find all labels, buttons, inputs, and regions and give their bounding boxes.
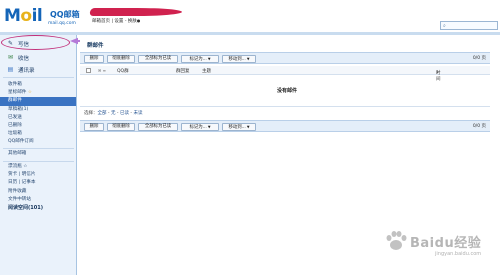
other-mailbox-section: 其他邮箱 [0, 150, 76, 158]
top-links: 邮箱首页 | 设置 - 换肤● [92, 18, 141, 24]
folder-drafts[interactable]: 草稿箱(1) [0, 106, 76, 114]
column-qq-group[interactable]: QQ群 [117, 68, 129, 74]
select-read-link[interactable]: 已读 [120, 111, 129, 116]
header: Moil QQ邮箱 mail.qq.com 邮箱首页 | 设置 - 换肤● ⌕ [0, 0, 500, 33]
column-subject[interactable]: 主题 [202, 68, 211, 74]
contacts-label: 通讯录 [18, 67, 35, 74]
baidu-jingyan-watermark: Baidu经验 jingyan.baidu.com [380, 226, 498, 266]
folder-sent[interactable]: 已发送 [0, 114, 76, 122]
home-link[interactable]: 邮箱首页 [92, 19, 110, 24]
column-group-reply[interactable]: 群回复 [176, 68, 190, 74]
magnifier-icon: ⌕ [443, 23, 446, 29]
page-title: 群邮件 [87, 43, 104, 49]
select-all-checkbox[interactable] [86, 68, 91, 73]
contacts-button[interactable]: ▤ 通讯录 [3, 64, 69, 75]
chevron-down-icon: ▼ [246, 57, 250, 61]
other-mailbox-link[interactable]: 其他邮箱 [0, 150, 76, 158]
tool-drift-bottle[interactable]: 漂流瓶 ☆ [0, 163, 76, 171]
delete-button[interactable]: 删除 [84, 55, 104, 63]
logo-mail-text: Moil [4, 6, 43, 26]
mark-all-read-button[interactable]: 全部标为已读 [138, 55, 178, 63]
envelope-icon: ✉ [7, 54, 14, 61]
reading-space-link[interactable]: 阅读空间(101) [0, 204, 76, 212]
move-to-dropdown[interactable]: 移动到...▼ [222, 123, 256, 131]
sidebar-divider [3, 77, 74, 78]
watermark-brand: Baidu经验 [410, 236, 482, 251]
select-all-link[interactable]: 全部 [98, 111, 107, 116]
skin-link[interactable]: 换肤 [128, 19, 137, 24]
delete-button[interactable]: 删除 [84, 123, 104, 131]
paw-logo-icon [386, 231, 407, 250]
qq-mail-logo[interactable]: Moil QQ邮箱 mail.qq.com [4, 6, 84, 32]
bottom-toolbar: 删除 彻底删除 全部标为已读 标记为...▼ 移动到...▼ 0/0 页 [80, 120, 490, 132]
watermark-url: jingyan.baidu.com [435, 251, 482, 257]
redacted-user-info [89, 8, 183, 16]
settings-link[interactable]: 设置 [114, 19, 123, 24]
permanent-delete-button[interactable]: 彻底删除 [107, 123, 135, 131]
tools-list: 漂流瓶 ☆ 贺卡 | 明信片 日历 | 记事本 附件收藏 文件中转站 阅读空间(… [0, 163, 76, 212]
sidebar-divider [3, 148, 74, 149]
logo-domain-text: mail.qq.com [48, 21, 76, 26]
folder-group-mail[interactable]: 群邮件 [0, 97, 76, 106]
top-toolbar: 删除 彻底删除 全部标为已读 标记为...▼ 移动到...▼ 0/0 页 [80, 52, 490, 64]
empty-message: 没有邮件 [277, 88, 298, 94]
folder-starred[interactable]: 星标邮件 ☆ [0, 89, 76, 97]
page-indicator: 0/0 页 [472, 124, 486, 129]
logo-cn-text: QQ邮箱 [50, 10, 80, 19]
chevron-down-icon: ▼ [207, 125, 211, 129]
receive-button[interactable]: ✉ 收信 [3, 52, 69, 63]
move-to-dropdown[interactable]: 移动到...▼ [222, 55, 256, 63]
receive-label: 收信 [18, 55, 30, 62]
search-input[interactable] [449, 22, 497, 29]
mail-list-header: ✉ ≡ QQ群 群回复 主题 时间 ↓ [80, 66, 490, 82]
compose-button[interactable]: ✎ 写信 [3, 38, 69, 49]
tool-attachments[interactable]: 附件收藏 [0, 188, 76, 196]
folder-list: 收件箱 星标邮件 ☆ 群邮件 草稿箱(1) 已发送 已删除 垃圾箱 QQ邮件订阅 [0, 81, 76, 147]
mail-status-icon: ✉ ≡ [98, 68, 106, 73]
contacts-book-icon: ▤ [7, 66, 14, 73]
tool-calendar[interactable]: 日历 | 记事本 [0, 179, 76, 187]
sidebar: ✎ 写信 ✉ 收信 ▤ 通讯录 收件箱 星标邮件 ☆ 群邮件 草稿箱(1) 已发… [0, 35, 115, 275]
folder-deleted[interactable]: 已删除 [0, 122, 76, 130]
tool-cards[interactable]: 贺卡 | 明信片 [0, 171, 76, 179]
mark-all-read-button[interactable]: 全部标为已读 [138, 123, 178, 131]
star-icon: ☆ [27, 90, 32, 96]
folder-spam[interactable]: 垃圾箱 [0, 130, 76, 138]
folder-subscriptions[interactable]: QQ邮件订阅 [0, 138, 76, 146]
tool-file-transfer[interactable]: 文件中转站 [0, 196, 76, 204]
chevron-down-icon: ▼ [246, 125, 250, 129]
mail-list: 没有邮件 [80, 75, 490, 107]
compose-label: 写信 [18, 41, 30, 48]
sort-down-icon: ↓ [436, 70, 439, 74]
select-unread-link[interactable]: 未读 [134, 111, 143, 116]
select-row: 选择：全部 - 无 - 已读 - 未读 [84, 111, 143, 116]
mark-as-dropdown[interactable]: 标记为...▼ [181, 123, 219, 131]
chevron-down-icon: ▼ [207, 57, 211, 61]
sidebar-divider [3, 161, 74, 162]
folder-inbox[interactable]: 收件箱 [0, 81, 76, 89]
page-indicator: 0/0 页 [472, 56, 486, 61]
mark-as-dropdown[interactable]: 标记为...▼ [181, 55, 219, 63]
mail-search-box[interactable]: ⌕ [440, 21, 498, 30]
pencil-icon: ✎ [7, 40, 14, 47]
permanent-delete-button[interactable]: 彻底删除 [107, 55, 135, 63]
